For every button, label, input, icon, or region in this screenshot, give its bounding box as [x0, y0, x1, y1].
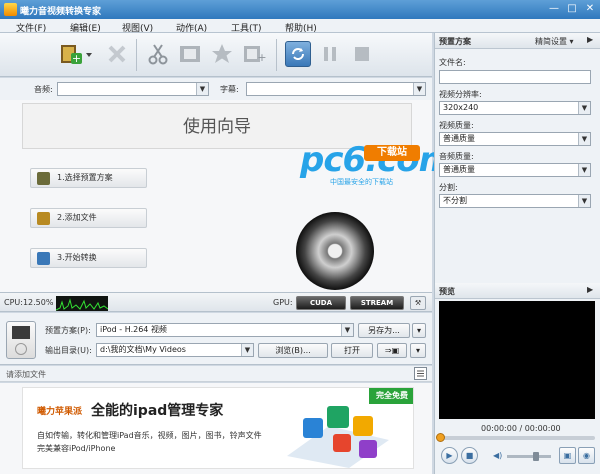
- title-bar: 曦力音视频转换专家 — □ ✕: [0, 0, 600, 19]
- effect-icon[interactable]: [209, 41, 235, 67]
- chevron-down-icon: ▼: [578, 102, 590, 114]
- list-view-icon[interactable]: [414, 367, 427, 380]
- audio-quality-select[interactable]: 普通质量 ▼: [439, 163, 591, 177]
- watermark-slogan: 中国最安全的下载站: [330, 178, 393, 186]
- settings-panel: 预置方案 精简设置 ▾ ▶ 文件名: 视频分辨率: 320x240 ▼ 视频质量:…: [434, 33, 600, 474]
- minimize-button[interactable]: —: [546, 3, 562, 16]
- device-icon: [6, 321, 36, 359]
- chevron-down-icon: ▼: [578, 164, 590, 176]
- add-dropdown-icon[interactable]: [84, 41, 94, 67]
- output-panel: 预置方案(P): iPod - H.264 视频 ▼ 另存为... ▾ 输出目录(…: [0, 313, 432, 365]
- ad-line1: 自如传输，转化和管理iPad音乐，视频，图片，图书，铃声文件: [37, 431, 262, 440]
- chevron-down-icon: ▼: [578, 133, 590, 145]
- track-row: 音频: ▼ 字幕: ▼: [0, 78, 432, 100]
- ad-graphic: [279, 396, 399, 468]
- watermark-badge: 下载站: [364, 145, 420, 161]
- ad-brand: 曦力苹果派: [37, 407, 83, 417]
- after-convert-menu[interactable]: ▾: [410, 343, 426, 358]
- output-dir-select[interactable]: d:\我的文档\My Videos ▼: [96, 343, 254, 357]
- chevron-down-icon: ▼: [196, 83, 208, 95]
- preset-menu-button[interactable]: ▾: [412, 323, 426, 338]
- file-list-header: 请添加文件: [0, 366, 432, 382]
- volume-slider[interactable]: [507, 452, 551, 461]
- collapse-arrow-icon[interactable]: ▶: [587, 285, 593, 294]
- preview-header: 预览 ▶: [435, 283, 600, 299]
- after-convert-button[interactable]: ⇒▣: [377, 343, 407, 358]
- split-label: 分割:: [439, 183, 458, 192]
- precise-settings-button[interactable]: 精简设置 ▾: [535, 36, 574, 47]
- video-quality-select[interactable]: 普通质量 ▼: [439, 132, 591, 146]
- wrench-icon[interactable]: ⚒: [410, 296, 426, 310]
- audio-select[interactable]: ▼: [57, 82, 209, 96]
- open-button[interactable]: 打开: [331, 343, 373, 358]
- preview-screen: [439, 301, 595, 419]
- preset-panel-title: 预置方案: [439, 37, 471, 46]
- collapse-arrow-icon[interactable]: ▶: [587, 35, 593, 44]
- window-title: 曦力音视频转换专家: [20, 7, 102, 17]
- chevron-down-icon: ▼: [413, 83, 425, 95]
- preview-title: 预览: [439, 287, 455, 296]
- filename-input[interactable]: [439, 70, 591, 84]
- menu-bar: 文件(F) 编辑(E) 视图(V) 动作(A) 工具(T) 帮助(H): [0, 19, 600, 34]
- subtitle-select[interactable]: ▼: [246, 82, 426, 96]
- camera-icon[interactable]: ◉: [578, 447, 595, 464]
- chevron-down-icon: ▼: [241, 344, 253, 356]
- resolution-label: 视频分辨率:: [439, 90, 482, 99]
- audio-label: 音频:: [34, 85, 53, 94]
- stop-icon[interactable]: [349, 41, 375, 67]
- step3-button[interactable]: 3.开始转换: [30, 248, 147, 268]
- toolbar: + +: [0, 33, 432, 77]
- chevron-down-icon: ▼: [578, 195, 590, 207]
- add-file-icon: [37, 212, 50, 225]
- preset-panel-header: 预置方案 精简设置 ▾ ▶: [435, 33, 600, 49]
- stream-badge: STREAM: [350, 296, 404, 310]
- output-dir-label: 输出目录(U):: [45, 346, 92, 355]
- resolution-select[interactable]: 320x240 ▼: [439, 101, 591, 115]
- filename-label: 文件名:: [439, 58, 466, 67]
- cut-icon[interactable]: [145, 41, 171, 67]
- film-reel-icon: [296, 212, 374, 290]
- maximize-button[interactable]: □: [564, 3, 580, 16]
- svg-text:+: +: [257, 51, 266, 64]
- add-file-hint: 请添加文件: [6, 370, 46, 379]
- svg-text:+: +: [72, 52, 81, 65]
- time-display: 00:00:00 / 00:00:00: [481, 424, 561, 433]
- ad-line2: 完美兼容iPod/iPhone: [37, 444, 116, 453]
- preset-label: 预置方案(P):: [45, 326, 91, 335]
- remove-icon[interactable]: [104, 41, 130, 67]
- cpu-usage: CPU:12.50%: [4, 298, 54, 307]
- preset-icon: [37, 172, 50, 185]
- play-icon[interactable]: ▶: [441, 447, 458, 464]
- snapshot-folder-icon[interactable]: ▣: [559, 447, 576, 464]
- ad-headline: 全能的ipad管理专家: [91, 403, 224, 419]
- close-button[interactable]: ✕: [582, 3, 598, 16]
- seek-bar[interactable]: [436, 433, 595, 442]
- add-file-icon[interactable]: +: [58, 41, 84, 67]
- preset-select[interactable]: iPod - H.264 视频 ▼: [96, 323, 354, 337]
- merge-icon[interactable]: +: [241, 41, 267, 67]
- ad-ribbon: 完全免费: [369, 388, 413, 404]
- app-icon: [4, 3, 17, 16]
- volume-icon: ◀): [493, 451, 503, 460]
- video-quality-label: 视频质量:: [439, 121, 474, 130]
- browse-button[interactable]: 浏览(B)...: [258, 343, 328, 358]
- stop-icon[interactable]: ■: [461, 447, 478, 464]
- chevron-down-icon: ▼: [341, 324, 353, 336]
- audio-quality-label: 音频质量:: [439, 152, 474, 161]
- save-as-button[interactable]: 另存为...: [358, 323, 410, 338]
- gpu-label: GPU:: [273, 298, 293, 307]
- split-select[interactable]: 不分割 ▼: [439, 194, 591, 208]
- cuda-badge: CUDA: [296, 296, 346, 310]
- status-bar: CPU:12.50% GPU: CUDA STREAM ⚒: [0, 292, 432, 312]
- subtitle-label: 字幕:: [220, 85, 239, 94]
- cpu-graph: [55, 296, 109, 311]
- ad-banner[interactable]: 曦力苹果派 全能的ipad管理专家 自如传输，转化和管理iPad音乐，视频，图片…: [22, 387, 414, 469]
- step1-button[interactable]: 1.选择预置方案: [30, 168, 147, 188]
- pause-icon[interactable]: [317, 41, 343, 67]
- film-icon[interactable]: [177, 41, 203, 67]
- convert-icon: [37, 252, 50, 265]
- convert-icon[interactable]: [285, 41, 311, 67]
- step2-button[interactable]: 2.添加文件: [30, 208, 147, 228]
